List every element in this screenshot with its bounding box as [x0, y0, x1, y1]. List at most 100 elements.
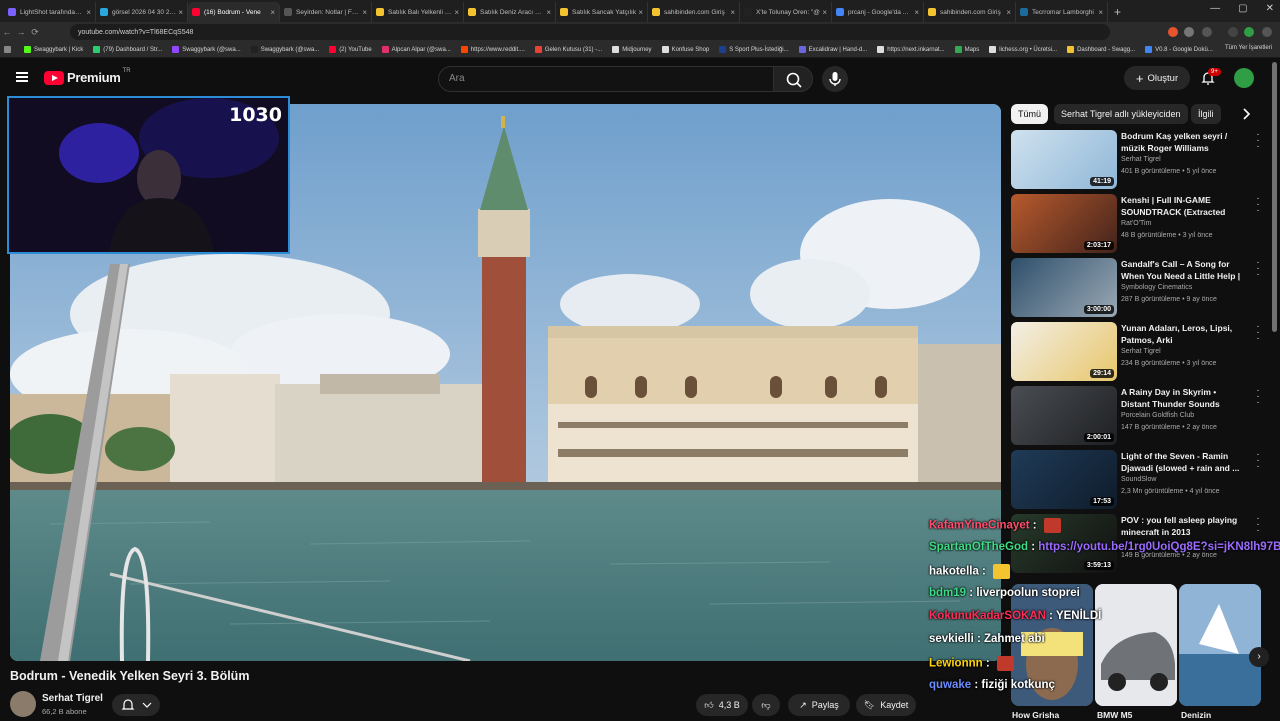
account-avatar[interactable] [1234, 68, 1254, 88]
recommended-channel[interactable]: Serhat Tigrel [1121, 156, 1161, 163]
hamburger-menu-icon[interactable] [16, 72, 28, 82]
url-field[interactable]: youtube.com/watch?v=Tl68ECqS548 [70, 24, 1110, 40]
close-tab-icon[interactable]: × [638, 8, 643, 17]
bookmark-item[interactable]: Dashboard - Swagg... [1067, 46, 1135, 53]
chip-from-uploader[interactable]: Serhat Tigrel adlı yükleyiciden [1054, 104, 1188, 124]
bookmark-item[interactable]: (79) Dashboard / Str... [93, 46, 162, 53]
channel-name[interactable]: Serhat Tigrel [42, 693, 103, 704]
bookmark-item[interactable]: Swaggybark (@swa... [250, 46, 319, 53]
browser-tab[interactable]: prcanj - Google'da Ara × [832, 2, 924, 22]
browser-tab[interactable]: Satılık Deniz Aracı Sati × [464, 2, 556, 22]
recommended-video[interactable]: 2:03:17 Kenshi | Full IN-GAME SOUNDTRACK … [1011, 194, 1261, 254]
browser-tab[interactable]: görsel 2026 04 30 223 × [96, 2, 188, 22]
browser-tab[interactable]: Seyirden: Notlar | Fram × [280, 2, 372, 22]
close-tab-icon[interactable]: × [178, 8, 183, 17]
browser-tab[interactable]: (16) Bodrum - Vene × [188, 2, 280, 22]
new-tab-button[interactable]: + [1108, 2, 1127, 22]
search-input[interactable]: Ara [438, 66, 774, 92]
search-button[interactable] [773, 66, 813, 92]
bookmark-item[interactable]: Alpcan Alpar (@swa... [381, 46, 451, 53]
downloads-icon[interactable] [1202, 27, 1212, 37]
bookmark-item[interactable]: Swaggybark | Kick [24, 46, 83, 53]
browser-tab[interactable]: Satılık Balı Yelkenli Kot × [372, 2, 464, 22]
more-options-icon[interactable]: · · · [1255, 386, 1261, 408]
chip-related[interactable]: İlgili [1191, 104, 1221, 124]
youtube-logo[interactable]: Premium TR [44, 68, 131, 85]
recommended-video[interactable]: 17:53 Light of the Seven - Ramin Djawadi … [1011, 450, 1261, 510]
recommended-channel[interactable]: Rat'O'Tim [1121, 220, 1151, 227]
recommended-title[interactable]: Light of the Seven - Ramin Djawadi (slow… [1121, 450, 1247, 474]
video-thumbnail[interactable]: 3:00:00 [1011, 258, 1117, 317]
browser-tab[interactable]: Tecrromar Lamborghi × [1016, 2, 1108, 22]
browser-tab[interactable]: Satılık Sancak Yatçılık × [556, 2, 648, 22]
extensions-icon[interactable] [1184, 27, 1194, 37]
browser-tab[interactable]: LightShot tarafından P × [4, 2, 96, 22]
profile-icon[interactable] [1244, 27, 1254, 37]
all-bookmarks-button[interactable]: Tüm Yer İşaretleri [1225, 45, 1272, 51]
short-thumbnail[interactable] [1095, 584, 1177, 706]
video-thumbnail[interactable]: 2:00:01 [1011, 386, 1117, 445]
close-tab-icon[interactable]: × [914, 8, 919, 17]
recommended-video[interactable]: 41:19 Bodrum Kaş yelken seyri / müzik Rog… [1011, 130, 1261, 190]
share-button[interactable]: ↗ Paylaş [788, 694, 850, 716]
close-tab-icon[interactable]: × [730, 8, 735, 17]
recommended-title[interactable]: Yunan Adaları, Leros, Lipsi, Patmos, Ark… [1121, 322, 1247, 346]
bookmark-item[interactable]: Midjourney [612, 46, 652, 53]
recommended-video[interactable]: 29:14 Yunan Adaları, Leros, Lipsi, Patmos… [1011, 322, 1261, 382]
recommended-title[interactable]: POV : you fell asleep playing minecraft … [1121, 514, 1247, 538]
bookmark-item[interactable]: Excalidraw | Hand-d... [798, 46, 867, 53]
close-tab-icon[interactable]: × [546, 8, 551, 17]
recommended-title[interactable]: Kenshi | Full IN-GAME SOUNDTRACK (Extrac… [1121, 194, 1247, 218]
recommended-channel[interactable]: SoundSlow [1121, 476, 1156, 483]
close-tab-icon[interactable]: × [270, 8, 275, 17]
bookmark-item[interactable]: V0.8 - Google Dokü... [1145, 46, 1213, 53]
bookmark-item[interactable]: Gelen Kutusu (31) -... [534, 46, 602, 53]
recommended-channel[interactable]: Symbology Cinematics [1121, 284, 1192, 291]
bookmark-item[interactable]: lichess.org • Ücretsi... [989, 46, 1057, 53]
video-thumbnail[interactable]: 17:53 [1011, 450, 1117, 509]
back-icon[interactable]: ← [0, 27, 14, 37]
dislike-button[interactable]: 👎︎ [752, 694, 780, 716]
browser-tab[interactable]: sahibinden.com Giriş × [924, 2, 1016, 22]
bookmark-item[interactable]: https://www.reddit.... [460, 46, 525, 53]
recommended-title[interactable]: A Rainy Day in Skyrim • Distant Thunder … [1121, 386, 1247, 410]
forward-icon[interactable]: → [14, 27, 28, 37]
more-options-icon[interactable]: · · · [1255, 194, 1261, 216]
maximize-icon[interactable]: ▢ [1238, 3, 1247, 14]
recommended-channel[interactable]: Porcelain Goldfish Club [1121, 412, 1194, 419]
recommended-title[interactable]: Gandalf's Call – A Song for When You Nee… [1121, 258, 1247, 282]
recommended-video[interactable]: 2:00:01 A Rainy Day in Skyrim • Distant T… [1011, 386, 1261, 446]
browser-menu-icon[interactable] [1262, 27, 1272, 37]
recommended-video[interactable]: 3:00:00 Gandalf's Call – A Song for When … [1011, 258, 1261, 318]
close-tab-icon[interactable]: × [1098, 8, 1103, 17]
video-thumbnail[interactable]: 29:14 [1011, 322, 1117, 381]
sidepanel-icon[interactable] [1228, 27, 1238, 37]
more-options-icon[interactable]: · · · [1255, 450, 1261, 472]
video-thumbnail[interactable]: 41:19 [1011, 130, 1117, 189]
close-tab-icon[interactable]: × [86, 8, 91, 17]
create-button[interactable]: + Oluştur [1124, 66, 1190, 90]
close-window-icon[interactable]: ✕ [1266, 3, 1274, 14]
recommended-channel[interactable]: Serhat Tigrel [1121, 348, 1161, 355]
close-tab-icon[interactable]: × [822, 8, 827, 17]
bookmark-item[interactable]: Swaggybark (@swa... [172, 46, 241, 53]
more-options-icon[interactable]: · · · [1255, 322, 1261, 344]
channel-avatar[interactable] [10, 691, 36, 717]
minimize-icon[interactable]: — [1210, 3, 1220, 14]
bookmark-item[interactable]: Konfuse Shop [661, 46, 709, 53]
short-thumbnail[interactable] [1179, 584, 1261, 706]
close-tab-icon[interactable]: × [454, 8, 459, 17]
bookmark-item[interactable]: (2) YouTube [329, 46, 372, 53]
browser-tab[interactable]: sahibinden.com Giriş × [648, 2, 740, 22]
shorts-next-button[interactable]: › [1249, 647, 1269, 667]
browser-tab[interactable]: X'te Tolunay Ören: "@ × [740, 2, 832, 22]
page-scrollbar[interactable] [1272, 62, 1277, 332]
close-tab-icon[interactable]: × [1006, 8, 1011, 17]
bookmark-item[interactable]: Maps [954, 46, 979, 53]
subscription-bell-button[interactable] [112, 694, 160, 716]
more-options-icon[interactable]: · · · [1255, 258, 1261, 280]
reload-icon[interactable]: ⟳ [28, 27, 42, 38]
video-thumbnail[interactable]: 2:03:17 [1011, 194, 1117, 253]
recommended-title[interactable]: Bodrum Kaş yelken seyri / müzik Roger Wi… [1121, 130, 1247, 154]
more-options-icon[interactable]: · · · [1255, 130, 1261, 152]
